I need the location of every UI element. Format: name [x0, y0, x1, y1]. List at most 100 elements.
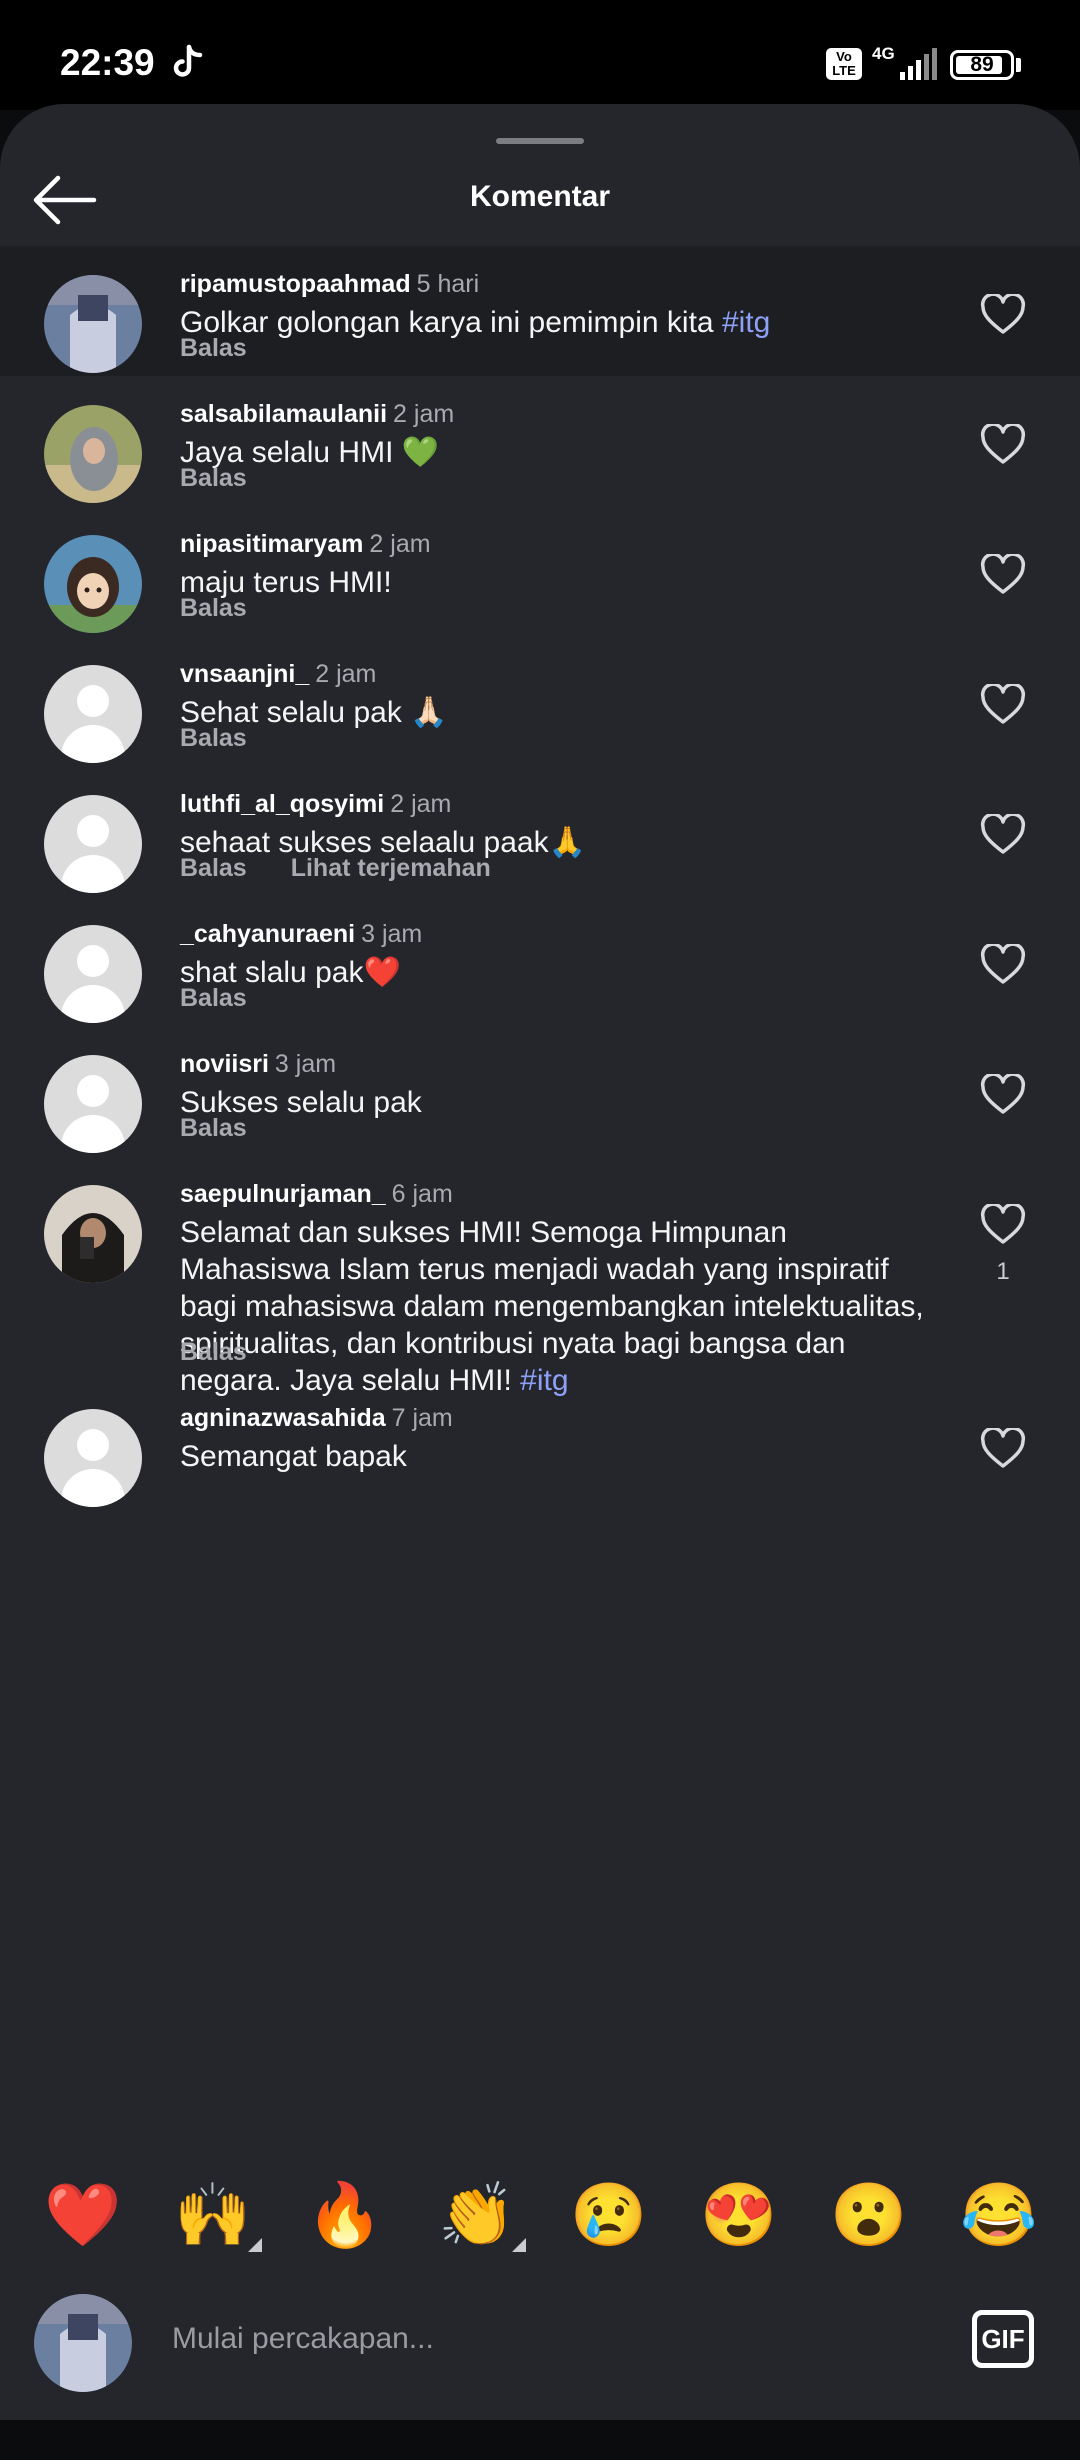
- heart-icon[interactable]: [980, 1074, 1026, 1116]
- volte-icon: Vo LTE: [826, 48, 862, 80]
- drag-handle[interactable]: [496, 138, 584, 144]
- like-count: 1: [996, 1258, 1010, 1285]
- comment-meta: agninazwasahida 7 jam: [180, 1404, 453, 1433]
- emoji-reaction-bar: ❤️ 🙌 🔥 👏 😢 😍 😮 😂: [0, 2152, 1080, 2286]
- comment-text: Semangat bapak: [180, 1438, 930, 1475]
- comment-username[interactable]: saepulnurjaman_: [180, 1180, 386, 1208]
- comments-sheet: Komentar ripamustopaahmad 5 hari Golkar g…: [0, 104, 1080, 2420]
- avatar[interactable]: [44, 1185, 142, 1283]
- default-avatar-icon[interactable]: [44, 925, 142, 1023]
- reply-button[interactable]: Balas: [180, 334, 247, 362]
- default-avatar-icon[interactable]: [44, 665, 142, 763]
- tiktok-icon: [173, 44, 203, 77]
- heart-icon[interactable]: [980, 1204, 1026, 1246]
- comment-username[interactable]: luthfi_al_qosyimi: [180, 790, 384, 818]
- status-bar: 22:39 Vo LTE 4G 89: [0, 0, 1080, 110]
- comment-input[interactable]: Mulai percakapan...: [172, 2322, 434, 2356]
- avatar[interactable]: [44, 405, 142, 503]
- emoji-laughing-button[interactable]: 😂: [960, 2180, 1037, 2252]
- default-avatar-icon[interactable]: [44, 1055, 142, 1153]
- emoji-heart-eyes-button[interactable]: 😍: [700, 2180, 777, 2252]
- comment-item: luthfi_al_qosyimi 2 jam sehaat sukses sel…: [0, 766, 1080, 896]
- emoji-clapping-button[interactable]: 👏: [438, 2180, 515, 2252]
- reply-button[interactable]: Balas: [180, 724, 247, 752]
- status-time: 22:39: [60, 42, 155, 83]
- comment-username[interactable]: vnsaanjni_: [180, 660, 309, 688]
- emoji-raising-hands-button[interactable]: 🙌: [174, 2180, 251, 2252]
- comment-time: 2 jam: [315, 660, 377, 688]
- skin-tone-indicator: [512, 2238, 526, 2252]
- comment-meta: ripamustopaahmad 5 hari: [180, 270, 479, 299]
- reply-button[interactable]: Balas: [180, 594, 247, 622]
- comment-username[interactable]: agninazwasahida: [180, 1404, 386, 1432]
- comment-text: maju terus HMI!: [180, 564, 930, 601]
- comment-username[interactable]: ripamustopaahmad: [180, 270, 411, 298]
- comment-time: 5 hari: [416, 270, 480, 298]
- emoji-surprised-button[interactable]: 😮: [830, 2180, 907, 2252]
- comment-actions: Balas: [180, 334, 247, 363]
- heart-icon[interactable]: [980, 1428, 1026, 1470]
- comment-meta: saepulnurjaman_ 6 jam: [180, 1180, 453, 1209]
- reply-button[interactable]: Balas: [180, 464, 247, 492]
- comment-body: Golkar golongan karya ini pemimpin kita: [180, 306, 722, 339]
- comment-meta: _cahyanuraeni 3 jam: [180, 920, 422, 949]
- comment-actions: Balas: [180, 984, 247, 1013]
- heart-icon[interactable]: [980, 554, 1026, 596]
- comment-username[interactable]: noviisri: [180, 1050, 269, 1078]
- comment-username[interactable]: nipasitimaryam: [180, 530, 363, 558]
- comment-time: 6 jam: [391, 1180, 453, 1208]
- heart-icon[interactable]: [980, 294, 1026, 336]
- comment-item: _cahyanuraeni 3 jam shat slalu pak❤️ Bala…: [0, 896, 1080, 1026]
- comment-item: nipasitimaryam 2 jam maju terus HMI! Bala…: [0, 506, 1080, 636]
- default-avatar-icon[interactable]: [44, 1409, 142, 1507]
- heart-icon[interactable]: [980, 684, 1026, 726]
- hashtag-link[interactable]: #itg: [722, 306, 770, 339]
- comment-time: 3 jam: [361, 920, 423, 948]
- see-translation-button[interactable]: Lihat terjemahan: [291, 854, 491, 882]
- network-type-label: 4G: [872, 44, 895, 63]
- comment-meta: nipasitimaryam 2 jam: [180, 530, 431, 559]
- comment-meta: vnsaanjni_ 2 jam: [180, 660, 376, 689]
- battery-percentage: 89: [970, 53, 994, 76]
- reply-button[interactable]: Balas: [180, 854, 247, 882]
- emoji-fire-button[interactable]: 🔥: [306, 2180, 383, 2252]
- comment-actions: Balas: [180, 724, 247, 753]
- heart-icon[interactable]: [980, 944, 1026, 986]
- comment-meta: salsabilamaulanii 2 jam: [180, 400, 454, 429]
- avatar[interactable]: [44, 275, 142, 373]
- signal-icon: [900, 48, 937, 80]
- gif-button[interactable]: GIF: [972, 2310, 1034, 2368]
- emoji-crying-button[interactable]: 😢: [570, 2180, 647, 2252]
- comment-text: Jaya selalu HMI 💚: [180, 434, 930, 471]
- comment-actions: Balas: [180, 1114, 247, 1143]
- reply-button[interactable]: Balas: [180, 1114, 247, 1142]
- comment-text: shat slalu pak❤️: [180, 954, 930, 991]
- comment-item: saepulnurjaman_ 6 jam Selamat dan sukses …: [0, 1156, 1080, 1397]
- heart-icon[interactable]: [980, 424, 1026, 466]
- comment-time: 3 jam: [274, 1050, 337, 1078]
- heart-icon[interactable]: [980, 814, 1026, 856]
- reply-button[interactable]: Balas: [180, 1338, 247, 1366]
- comment-actions: Balas: [180, 1338, 247, 1367]
- comment-text: Golkar golongan karya ini pemimpin kita …: [180, 304, 930, 341]
- comment-meta: noviisri 3 jam: [180, 1050, 336, 1079]
- emoji-heart-button[interactable]: ❤️: [44, 2180, 121, 2252]
- avatar[interactable]: [44, 535, 142, 633]
- comment-text: Sehat selalu pak 🙏🏻: [180, 694, 930, 731]
- comment-list[interactable]: ripamustopaahmad 5 hari Golkar golongan k…: [0, 246, 1080, 2158]
- battery-icon: 89: [950, 50, 1014, 80]
- comment-actions: Balas Lihat terjemahan: [180, 854, 491, 883]
- default-avatar-icon[interactable]: [44, 795, 142, 893]
- reply-button[interactable]: Balas: [180, 984, 247, 1012]
- comment-time: 2 jam: [369, 530, 431, 558]
- comment-text: Selamat dan sukses HMI! Semoga Himpunan …: [180, 1214, 930, 1399]
- skin-tone-indicator: [248, 2238, 262, 2252]
- comment-username[interactable]: salsabilamaulanii: [180, 400, 387, 428]
- system-navigation-bar: [0, 2420, 1080, 2460]
- comment-item: agninazwasahida 7 jam Semangat bapak: [0, 1380, 1080, 1510]
- comment-username[interactable]: _cahyanuraeni: [180, 920, 355, 948]
- comment-body: Semangat bapak: [180, 1440, 407, 1473]
- comment-item: salsabilamaulanii 2 jam Jaya selalu HMI 💚…: [0, 376, 1080, 506]
- header-title: Komentar: [469, 180, 611, 213]
- comment-time: 7 jam: [391, 1404, 453, 1432]
